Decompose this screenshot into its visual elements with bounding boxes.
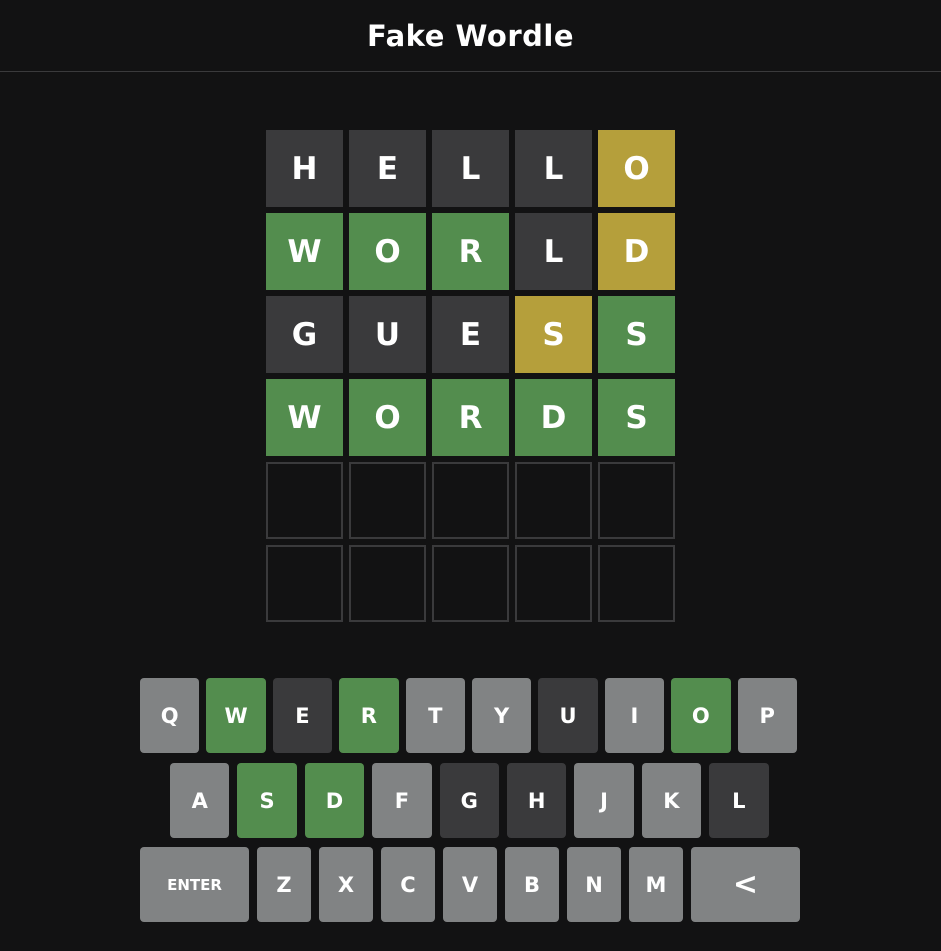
board-tile: O [598, 130, 675, 207]
key-u[interactable]: U [538, 678, 598, 753]
key-h[interactable]: H [506, 763, 567, 838]
board-tile [349, 462, 426, 539]
keyboard-row: QWERTYUIOP [140, 678, 797, 753]
board-tile: H [266, 130, 343, 207]
board-tile: O [349, 213, 426, 290]
board-tile: L [432, 130, 509, 207]
board-tile: G [266, 296, 343, 373]
board-tile [432, 462, 509, 539]
key-n[interactable]: N [567, 847, 621, 922]
board-tile [515, 545, 592, 622]
key-e[interactable]: E [272, 678, 333, 753]
board-tile: W [266, 213, 343, 290]
board-tile: W [266, 379, 343, 456]
board-tile [432, 545, 509, 622]
board-tile: L [515, 213, 592, 290]
board-tile: U [349, 296, 426, 373]
page-title: Fake Wordle [367, 18, 574, 53]
key-w[interactable]: W [206, 678, 266, 753]
board-tile [349, 545, 426, 622]
board-tile [598, 462, 675, 539]
enter-key[interactable]: ENTER [140, 847, 249, 922]
board-tile: E [349, 130, 426, 207]
key-q[interactable]: Q [140, 678, 200, 753]
board-tile [266, 545, 343, 622]
board-tile [515, 462, 592, 539]
key-k[interactable]: K [641, 763, 702, 838]
key-m[interactable]: M [629, 847, 683, 922]
key-x[interactable]: X [319, 847, 373, 922]
board-tile: S [598, 296, 675, 373]
key-l[interactable]: L [709, 763, 769, 838]
key-j[interactable]: J [574, 763, 634, 838]
backspace-key[interactable]: < [691, 847, 800, 922]
key-p[interactable]: P [737, 678, 797, 753]
board-tile: L [515, 130, 592, 207]
key-s[interactable]: S [237, 763, 297, 838]
board-tile [266, 462, 343, 539]
board-tile: O [349, 379, 426, 456]
key-r[interactable]: R [339, 678, 399, 753]
key-y[interactable]: Y [471, 678, 532, 753]
key-a[interactable]: A [170, 763, 230, 838]
key-c[interactable]: C [381, 847, 435, 922]
key-z[interactable]: Z [257, 847, 311, 922]
key-f[interactable]: F [372, 763, 432, 838]
game-board: HELLOWORLDGUESSWORDS [266, 130, 675, 622]
board-tile: R [432, 213, 509, 290]
header: Fake Wordle [0, 0, 941, 72]
board-tile: E [432, 296, 509, 373]
board-tile: S [598, 379, 675, 456]
board-tile: S [515, 296, 592, 373]
keyboard-row: ASDFGHJKL [170, 763, 769, 838]
key-g[interactable]: G [439, 763, 499, 838]
board-tile: D [598, 213, 675, 290]
key-v[interactable]: V [443, 847, 497, 922]
key-t[interactable]: T [405, 678, 465, 753]
key-i[interactable]: I [604, 678, 665, 753]
board-tile: R [432, 379, 509, 456]
board-tile: D [515, 379, 592, 456]
key-b[interactable]: B [505, 847, 559, 922]
keyboard-row: ENTER Z X C V B N M < [140, 847, 800, 922]
key-d[interactable]: D [304, 763, 365, 838]
key-o[interactable]: O [671, 678, 731, 753]
board-tile [598, 545, 675, 622]
